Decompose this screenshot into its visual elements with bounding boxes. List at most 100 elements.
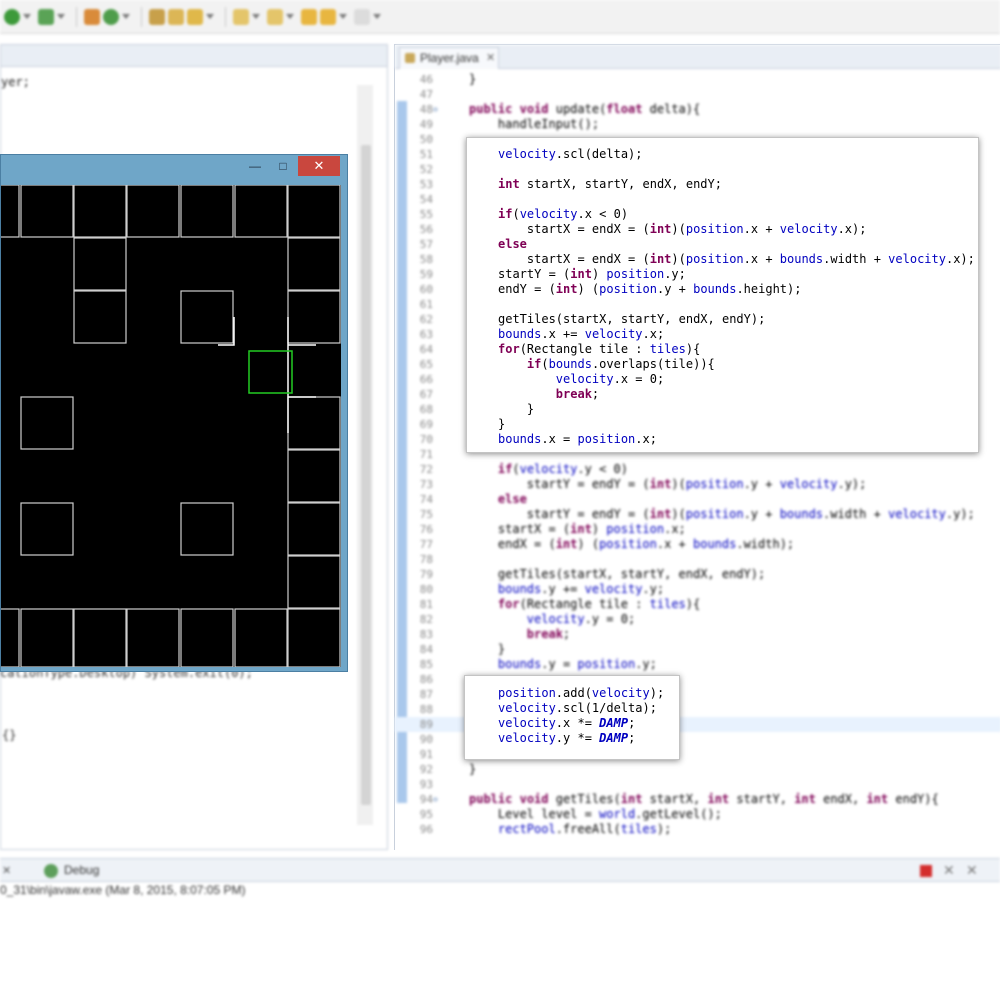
code-line[interactable]: 76 startX = (int) position.x; xyxy=(395,522,1000,537)
code-line[interactable]: 81 for(Rectangle tile : tiles){ xyxy=(395,597,1000,612)
line-number: 63 xyxy=(419,328,433,341)
previous-annotation-menu-arrow-icon[interactable] xyxy=(286,14,294,19)
editor-tab-bar: Player.java ✕ xyxy=(395,45,1000,69)
open-type-icon[interactable] xyxy=(149,8,165,25)
new-class-menu-arrow-icon[interactable] xyxy=(122,14,130,19)
next-annotation-menu-arrow-icon[interactable] xyxy=(252,14,260,19)
tile xyxy=(20,185,74,238)
line-number: 76 xyxy=(419,523,433,536)
code-line[interactable]: 48 ⊖ public void update(float delta){ xyxy=(395,102,1000,117)
fold-toggle-icon[interactable]: ⊖ xyxy=(433,792,438,807)
minimize-button[interactable]: — xyxy=(247,158,263,174)
forward-arrow-icon[interactable] xyxy=(354,8,370,25)
zoomed-code-line: getTiles(startX, startY, endX, endY); xyxy=(498,312,978,327)
code-line[interactable]: 49 handleInput(); xyxy=(395,117,1000,132)
code-line[interactable]: 95 Level level = world.getLevel(); xyxy=(395,807,1000,822)
run-icon[interactable] xyxy=(4,8,20,25)
new-class-icon[interactable] xyxy=(103,8,119,25)
code-text: } xyxy=(469,642,506,656)
code-text: startX = endX = (int)(position.x + veloc… xyxy=(498,222,867,236)
forward-menu-arrow-icon[interactable] xyxy=(373,14,381,19)
code-line[interactable]: 92} xyxy=(395,762,1000,777)
previous-annotation-icon[interactable] xyxy=(267,8,283,25)
line-number: 57 xyxy=(419,238,433,251)
line-number: 94 xyxy=(419,793,433,806)
tile xyxy=(73,185,127,238)
toolbar-separator xyxy=(141,6,142,27)
tab-debug[interactable]: Debug xyxy=(36,861,106,881)
zoomed-code-line: endY = (int) (position.y + bounds.height… xyxy=(498,282,978,297)
toolbar-separator xyxy=(225,6,226,27)
left-tab-bar xyxy=(1,45,387,67)
line-number: 90 xyxy=(419,733,433,746)
code-text: } xyxy=(498,402,535,416)
tile xyxy=(287,396,341,450)
line-number: 88 xyxy=(419,703,433,716)
code-line[interactable]: 96 rectPool.freeAll(tiles); xyxy=(395,822,1000,837)
line-number: 77 xyxy=(419,538,433,551)
zoomed-code-line xyxy=(498,297,978,312)
code-line[interactable]: 85 bounds.y = position.y; xyxy=(395,657,1000,672)
zoomed-code-line: bounds.x = position.x; xyxy=(498,432,978,447)
console-process-status: 0_31\bin\javaw.exe (Mar 8, 2015, 8:07:05… xyxy=(0,883,246,897)
line-number: 70 xyxy=(419,433,433,446)
code-line[interactable]: 93 xyxy=(395,777,1000,792)
pencil-icon[interactable] xyxy=(187,8,203,25)
debug-menu-arrow-icon[interactable] xyxy=(57,14,65,19)
tile xyxy=(73,608,127,667)
left-scrollbar-thumb[interactable] xyxy=(361,145,371,805)
tab-player-java[interactable]: Player.java ✕ xyxy=(399,47,499,69)
code-line[interactable]: 77 endX = (int) (position.x + bounds.wid… xyxy=(395,537,1000,552)
game-window-titlebar[interactable]: — □ ✕ xyxy=(1,155,347,179)
new-package-icon[interactable] xyxy=(84,8,100,25)
collision-marker xyxy=(218,317,235,346)
line-number: 87 xyxy=(419,688,433,701)
tile xyxy=(73,237,127,291)
code-line[interactable]: 80 bounds.y += velocity.y; xyxy=(395,582,1000,597)
open-folder-icon[interactable] xyxy=(168,8,184,25)
code-line[interactable]: 83 break; xyxy=(395,627,1000,642)
console-tab-close-icon[interactable]: ✕ xyxy=(2,864,11,877)
line-number: 80 xyxy=(419,583,433,596)
code-line[interactable]: 94 ⊖ public void getTiles(int startX, int … xyxy=(395,792,1000,807)
last-edit-location-icon[interactable] xyxy=(301,8,317,25)
remove-all-launches-icon[interactable]: ✕ xyxy=(966,862,978,879)
code-text: if(velocity.y < 0) xyxy=(497,462,628,476)
debug-run-icon[interactable] xyxy=(38,8,54,25)
maximize-button[interactable]: □ xyxy=(275,158,291,174)
line-number: 67 xyxy=(419,388,433,401)
code-text: getTiles(startX, startY, endX, endY); xyxy=(498,312,766,326)
fold-toggle-icon[interactable]: ⊖ xyxy=(433,102,438,117)
code-text: endX = (int) (position.x + bounds.width)… xyxy=(469,537,795,551)
terminate-icon[interactable] xyxy=(920,865,932,877)
next-annotation-icon[interactable] xyxy=(233,8,249,25)
back-menu-arrow-icon[interactable] xyxy=(339,14,347,19)
remove-launch-icon[interactable]: ✕ xyxy=(943,862,955,879)
close-button[interactable]: ✕ xyxy=(298,156,340,176)
tile xyxy=(180,502,234,556)
line-number: 75 xyxy=(419,508,433,521)
pencil-menu-arrow-icon[interactable] xyxy=(206,14,214,19)
back-arrow-icon[interactable] xyxy=(320,8,336,25)
code-line[interactable]: 82 velocity.y = 0; xyxy=(395,612,1000,627)
code-line[interactable]: 78 xyxy=(395,552,1000,567)
code-line[interactable]: 72 if(velocity.y < 0) xyxy=(395,462,1000,477)
code-line[interactable]: 74 else xyxy=(395,492,1000,507)
code-text: } xyxy=(498,417,506,431)
tab-close-icon[interactable]: ✕ xyxy=(486,51,495,64)
code-text: velocity.x = 0; xyxy=(555,372,665,386)
code-line[interactable]: 73 startY = endY = (int)(position.y + ve… xyxy=(395,477,1000,492)
line-number: 64 xyxy=(419,343,433,356)
code-line[interactable]: 79 getTiles(startX, startY, endX, endY); xyxy=(395,567,1000,582)
run-menu-arrow-icon[interactable] xyxy=(23,14,31,19)
code-line[interactable]: 84 } xyxy=(395,642,1000,657)
code-line[interactable]: 47 xyxy=(395,87,1000,102)
tile xyxy=(20,502,74,556)
zoomed-code-line: velocity.x *= DAMP; xyxy=(498,716,679,731)
code-line[interactable]: 75 startY = endY = (int)(position.y + bo… xyxy=(395,507,1000,522)
tile xyxy=(287,185,341,238)
zoomed-code-line: velocity.y *= DAMP; xyxy=(498,731,679,746)
line-number: 81 xyxy=(419,598,433,611)
code-line[interactable]: 46} xyxy=(395,72,1000,87)
zoomed-code-line: startX = endX = (int)(position.x + veloc… xyxy=(498,222,978,237)
